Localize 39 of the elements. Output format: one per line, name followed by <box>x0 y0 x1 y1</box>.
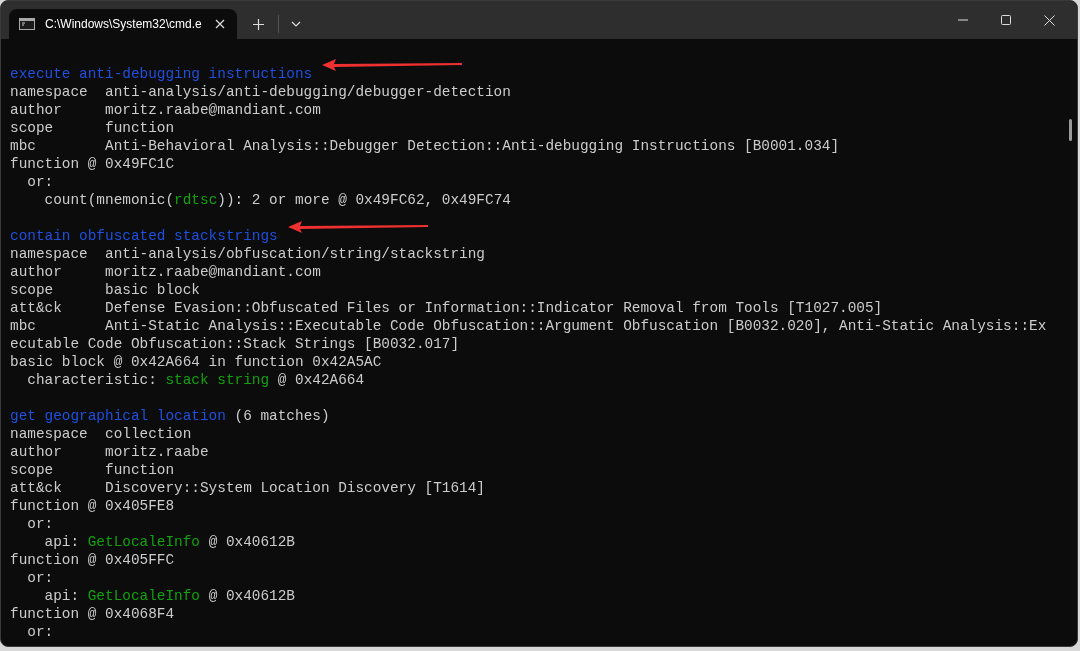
terminal-line: mbc Anti-Static Analysis::Executable Code Obfuscation::Argument Obfuscation [B0032.020], Anti-Static Analysis::Ex <box>10 317 1047 335</box>
terminal-line: basic block @ 0x42A664 in function 0x42A5AC <box>10 353 382 371</box>
terminal-line: author moritz.raabe@mandiant.com <box>10 263 321 281</box>
terminal-line: function @ 0x49FC1C <box>10 155 175 173</box>
terminal-line: author moritz.raabe <box>10 443 209 461</box>
close-icon[interactable] <box>1044 14 1055 26</box>
new-tab-icon[interactable] <box>253 18 264 30</box>
terminal-line: api: GetLocaleInfo @ 0x40612B <box>43 533 295 551</box>
terminal-line: namespace anti-analysis/obfuscation/string/stackstring <box>10 245 485 263</box>
terminal-line: function @ 0x405FFC <box>10 551 175 569</box>
terminal-line: or: <box>26 173 54 191</box>
terminal-line: or: <box>26 623 54 641</box>
terminal-line: scope function <box>10 119 175 137</box>
terminal-line: api: GetLocaleInfo @ 0x40612B <box>43 587 295 605</box>
terminal-line: function @ 0x4068F4 <box>10 605 175 623</box>
terminal-tab[interactable]: C:\Windows\System32\cmd.e <box>9 9 237 39</box>
terminal-line: ecutable Code Obfuscation::Stack Strings [B0032.017] <box>10 335 460 353</box>
tab-title: C:\Windows\System32\cmd.e <box>45 16 202 33</box>
terminal-line: mbc Anti-Behavioral Analysis::Debugger Detection::Anti-debugging Instructions [B0001.034] <box>10 137 840 155</box>
terminal-line: att&ck Defense Evasion::Obfuscated Files or Information::Indicator Removal from Tools [T1027.005] <box>10 299 883 317</box>
terminal-line: namespace collection <box>10 425 192 443</box>
terminal-line: att&ck Discovery::System Location Discovery [T1614] <box>10 479 485 497</box>
terminal-line: characteristic: stack string @ 0x42A664 <box>26 371 365 389</box>
terminal-line: scope function <box>10 461 175 479</box>
terminal-line: function @ 0x405FE8 <box>10 497 175 515</box>
terminal-line: get geographical location (6 matches) <box>10 407 330 425</box>
terminal-line: namespace anti-analysis/anti-debugging/debugger-detection <box>10 83 511 101</box>
terminal-line: or: <box>26 515 54 533</box>
terminal-line: scope basic block <box>10 281 200 299</box>
terminal-line: or: <box>26 569 54 587</box>
terminal-line: count(mnemonic(rdtsc)): 2 or more @ 0x49FC62, 0x49FC74 <box>43 191 511 209</box>
console-icon <box>19 18 35 30</box>
scrollbar-thumb[interactable] <box>1069 119 1072 141</box>
terminal-line: execute anti-debugging instructions <box>10 65 313 83</box>
terminal-line: author moritz.raabe@mandiant.com <box>10 101 321 119</box>
dropdown-icon[interactable] <box>291 21 301 27</box>
close-icon[interactable] <box>215 19 225 29</box>
terminal-line: contain obfuscated stackstrings <box>10 227 278 245</box>
maximize-icon[interactable] <box>1001 15 1011 25</box>
